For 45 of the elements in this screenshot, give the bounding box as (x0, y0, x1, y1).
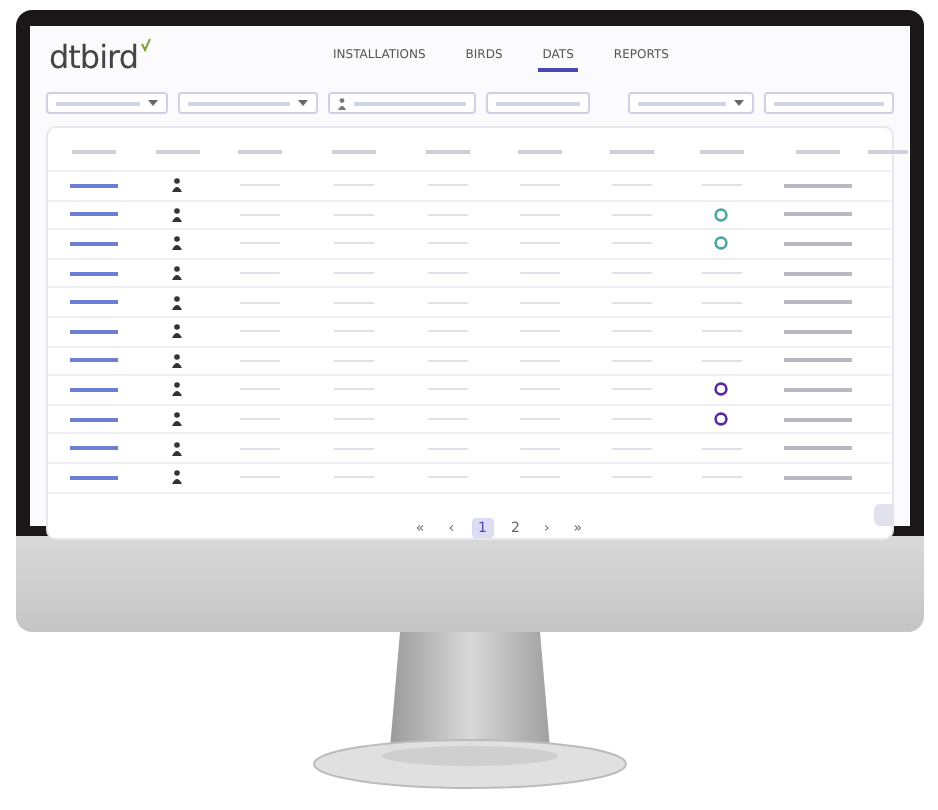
blurred-text (783, 183, 851, 188)
blurred-text (783, 446, 851, 451)
person-icon (172, 207, 182, 222)
filter-field[interactable] (45, 92, 169, 114)
blurred-text (783, 387, 851, 392)
blurred-link[interactable] (69, 329, 117, 334)
check-icon (139, 38, 152, 52)
caret-icon (148, 100, 159, 106)
blurred-link[interactable] (69, 212, 117, 217)
person-icon (172, 441, 182, 456)
filter-field[interactable] (764, 92, 893, 114)
filter-field[interactable] (628, 92, 755, 114)
blurred-link[interactable] (69, 241, 117, 246)
caret-icon (734, 100, 745, 106)
person-icon (172, 324, 182, 339)
blurred-link[interactable] (69, 446, 117, 451)
person-icon (172, 178, 182, 193)
blurred-link[interactable] (69, 475, 117, 480)
person-icon (172, 266, 182, 281)
caret-icon (298, 100, 309, 106)
person-icon (172, 295, 182, 310)
person-icon (172, 236, 182, 251)
blurred-link[interactable] (69, 417, 117, 422)
filter-field[interactable] (178, 92, 319, 114)
person-icon (172, 470, 182, 485)
filter-field[interactable] (328, 92, 476, 114)
blurred-text (783, 300, 851, 305)
blurred-link[interactable] (69, 271, 117, 276)
blurred-text (783, 417, 851, 422)
blurred-text (783, 212, 851, 217)
blurred-text (783, 329, 851, 334)
blurred-text (783, 241, 851, 246)
blurred-link[interactable] (69, 183, 117, 188)
blurred-link[interactable] (69, 387, 117, 392)
person-icon (172, 412, 182, 427)
person-icon (172, 382, 182, 397)
person-icon (172, 353, 182, 368)
blurred-text (783, 475, 851, 480)
blurred-link[interactable] (69, 300, 117, 305)
blurred-text (783, 358, 851, 363)
person-icon (338, 97, 347, 109)
logo: dtbird (49, 38, 329, 76)
filter-field[interactable] (485, 92, 591, 114)
blurred-link[interactable] (69, 358, 117, 363)
blurred-text (783, 271, 851, 276)
